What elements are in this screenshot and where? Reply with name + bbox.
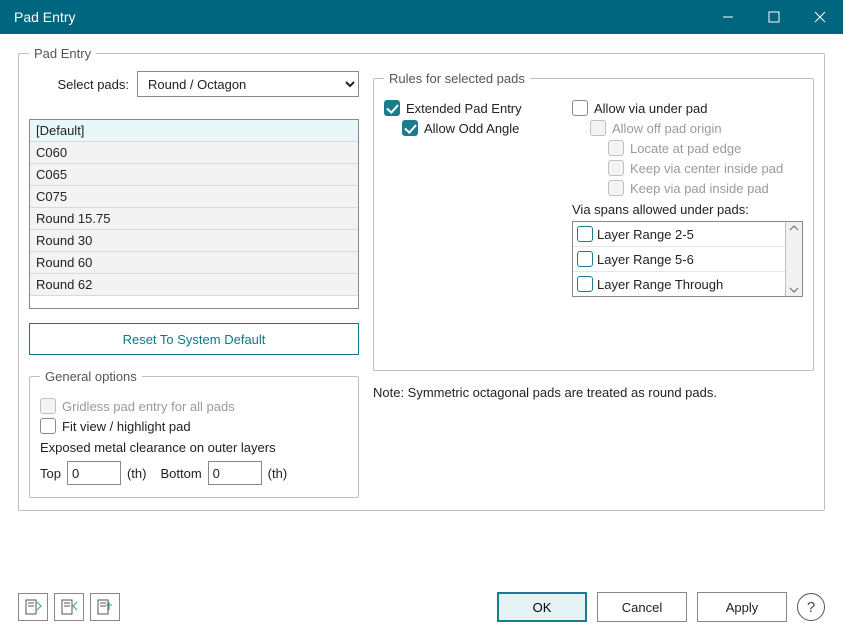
button-bar: OK Cancel Apply ? <box>18 592 825 622</box>
chevron-down-icon[interactable] <box>789 286 799 294</box>
reset-button[interactable]: Reset To System Default <box>29 323 359 355</box>
chevron-up-icon[interactable] <box>789 224 799 232</box>
apply-button[interactable]: Apply <box>697 592 787 622</box>
pad-entry-group: Pad Entry Select pads: Round / Octagon [… <box>18 46 825 511</box>
list-item[interactable]: [Default] <box>30 120 358 142</box>
list-item[interactable]: Round 15.75 <box>30 208 358 230</box>
keep-center-checkbox: Keep via center inside pad <box>608 160 803 176</box>
allow-odd-checkbox[interactable]: Allow Odd Angle <box>402 120 554 136</box>
checkbox-icon[interactable] <box>577 276 593 292</box>
span-item[interactable]: Layer Range 2-5 <box>573 222 785 247</box>
allow-via-checkbox[interactable]: Allow via under pad <box>572 100 803 116</box>
checkbox-icon[interactable] <box>402 120 418 136</box>
checkbox-icon <box>608 160 624 176</box>
rules-legend: Rules for selected pads <box>384 71 530 86</box>
checkbox-icon[interactable] <box>384 100 400 116</box>
extended-pad-checkbox[interactable]: Extended Pad Entry <box>384 100 554 116</box>
general-options-legend: General options <box>40 369 142 384</box>
pad-entry-legend: Pad Entry <box>29 46 96 61</box>
note-text: Note: Symmetric octagonal pads are treat… <box>373 385 814 400</box>
top-input[interactable] <box>67 461 121 485</box>
list-item[interactable]: C060 <box>30 142 358 164</box>
window-controls <box>705 0 843 34</box>
bottom-label: Bottom <box>160 466 201 481</box>
top-label: Top <box>40 466 61 481</box>
via-spans-label: Via spans allowed under pads: <box>572 202 803 217</box>
rules-group: Rules for selected pads Extended Pad Ent… <box>373 71 814 371</box>
allow-off-checkbox: Allow off pad origin <box>590 120 803 136</box>
select-pads-label: Select pads: <box>29 77 129 92</box>
list-item[interactable]: C075 <box>30 186 358 208</box>
bottom-unit: (th) <box>268 466 288 481</box>
keep-pad-checkbox: Keep via pad inside pad <box>608 180 803 196</box>
span-item[interactable]: Layer Range 5-6 <box>573 247 785 272</box>
cancel-button[interactable]: Cancel <box>597 592 687 622</box>
maximize-button[interactable] <box>751 0 797 34</box>
tool-icon-3[interactable] <box>90 593 120 621</box>
checkbox-icon[interactable] <box>572 100 588 116</box>
checkbox-icon <box>40 398 56 414</box>
close-button[interactable] <box>797 0 843 34</box>
list-item[interactable]: Round 30 <box>30 230 358 252</box>
clearance-label: Exposed metal clearance on outer layers <box>40 440 348 455</box>
scrollbar[interactable] <box>785 222 802 296</box>
top-unit: (th) <box>127 466 147 481</box>
checkbox-icon[interactable] <box>40 418 56 434</box>
fit-view-checkbox[interactable]: Fit view / highlight pad <box>40 418 348 434</box>
minimize-button[interactable] <box>705 0 751 34</box>
gridless-checkbox: Gridless pad entry for all pads <box>40 398 348 414</box>
via-spans-list[interactable]: Layer Range 2-5 Layer Range 5-6 Layer Ra… <box>572 221 803 297</box>
list-item[interactable]: C065 <box>30 164 358 186</box>
tool-icon-1[interactable] <box>18 593 48 621</box>
select-pads-dropdown[interactable]: Round / Octagon <box>137 71 359 97</box>
list-item[interactable]: Round 60 <box>30 252 358 274</box>
bottom-input[interactable] <box>208 461 262 485</box>
pad-list[interactable]: [Default] C060 C065 C075 Round 15.75 Rou… <box>29 119 359 309</box>
tool-icon-2[interactable] <box>54 593 84 621</box>
list-item[interactable]: Round 62 <box>30 274 358 296</box>
checkbox-icon <box>608 180 624 196</box>
title-bar: Pad Entry <box>0 0 843 34</box>
locate-edge-checkbox: Locate at pad edge <box>608 140 803 156</box>
general-options-group: General options Gridless pad entry for a… <box>29 369 359 498</box>
ok-button[interactable]: OK <box>497 592 587 622</box>
checkbox-icon[interactable] <box>577 251 593 267</box>
span-item[interactable]: Layer Range Through <box>573 272 785 296</box>
window-title: Pad Entry <box>14 9 75 25</box>
checkbox-icon <box>590 120 606 136</box>
checkbox-icon <box>608 140 624 156</box>
checkbox-icon[interactable] <box>577 226 593 242</box>
help-button[interactable]: ? <box>797 593 825 621</box>
